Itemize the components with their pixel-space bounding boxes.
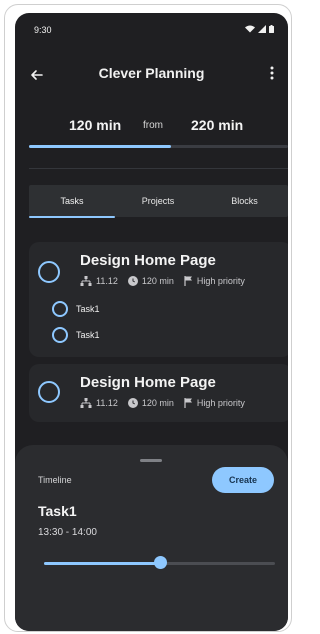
hierarchy-icon <box>80 276 92 286</box>
task-priority: High priority <box>196 398 245 408</box>
task-complete-radio[interactable] <box>38 261 60 283</box>
time-progress-bar <box>29 145 288 148</box>
task-date: 11.12 <box>96 276 118 286</box>
timeline-sheet: Timeline Create Task1 13:30 - 14:00 <box>15 445 288 631</box>
time-summary: 120 min from 220 min <box>15 113 288 137</box>
phone-frame: 9:30 Clever Planning 120 min from 220 mi… <box>4 4 292 632</box>
selected-task-time: 13:30 - 14:00 <box>38 527 97 538</box>
tab-projects[interactable]: Projects <box>115 185 201 217</box>
task-meta: 11.12 120 min High priority <box>80 276 245 286</box>
create-button[interactable]: Create <box>212 467 274 493</box>
flag-icon <box>184 276 193 286</box>
spent-time: 120 min <box>69 117 122 133</box>
task-meta: 11.12 120 min High priority <box>80 398 245 408</box>
clock-icon <box>127 276 138 286</box>
task-complete-radio[interactable] <box>38 381 60 403</box>
battery-icon <box>269 25 274 33</box>
task-title: Design Home Page <box>80 374 216 391</box>
slider-thumb[interactable] <box>153 556 167 569</box>
status-time: 9:30 <box>34 25 52 35</box>
total-time: 220 min <box>191 117 244 133</box>
status-bar: 9:30 <box>15 13 288 37</box>
timeline-slider[interactable] <box>44 556 275 569</box>
tab-bar: Tasks Projects Blocks <box>29 185 288 218</box>
subtask-label: Task1 <box>76 330 100 340</box>
subtask-radio[interactable] <box>52 301 68 317</box>
tab-active-indicator <box>29 216 115 218</box>
task-title: Design Home Page <box>80 252 216 269</box>
drag-handle[interactable] <box>140 459 162 462</box>
time-progress-fill <box>29 145 172 148</box>
subtask-item[interactable]: Task1 <box>52 301 100 317</box>
more-vert-icon[interactable] <box>264 63 280 85</box>
wifi-icon <box>245 25 255 33</box>
task-duration: 120 min <box>141 276 174 286</box>
subtask-item[interactable]: Task1 <box>52 327 100 343</box>
task-date: 11.12 <box>96 398 118 408</box>
app-screen: 9:30 Clever Planning 120 min from 220 mi… <box>15 13 288 631</box>
tab-blocks[interactable]: Blocks <box>201 185 288 217</box>
page-title: Clever Planning <box>98 65 205 81</box>
task-priority: High priority <box>196 276 245 286</box>
selected-task-name: Task1 <box>38 503 77 519</box>
hierarchy-icon <box>80 398 92 408</box>
subtask-label: Task1 <box>76 304 100 314</box>
tab-tasks[interactable]: Tasks <box>29 185 115 217</box>
task-card[interactable]: Design Home Page 11.12 120 min High prio… <box>29 364 288 422</box>
flag-icon <box>184 398 193 408</box>
app-bar: Clever Planning <box>15 63 288 89</box>
clock-icon <box>127 398 138 408</box>
task-card[interactable]: Design Home Page 11.12 120 min High prio… <box>29 242 288 357</box>
slider-fill <box>44 562 160 565</box>
from-label: from <box>143 120 163 131</box>
status-icons <box>245 25 274 33</box>
cell-signal-icon <box>258 25 266 33</box>
task-duration: 120 min <box>141 398 174 408</box>
subtask-radio[interactable] <box>52 327 68 343</box>
divider <box>29 168 288 169</box>
sheet-label: Timeline <box>38 475 72 485</box>
